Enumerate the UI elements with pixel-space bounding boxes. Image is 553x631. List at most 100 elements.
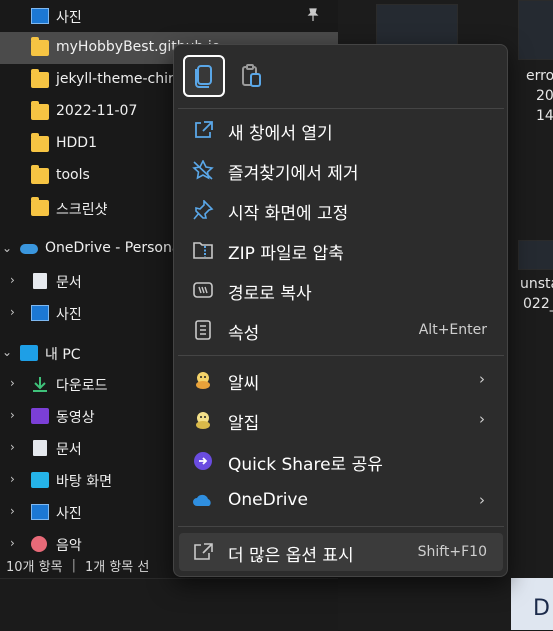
menu-separator [178, 526, 504, 527]
zip-icon [193, 242, 213, 259]
music-icon [31, 536, 47, 552]
menu-item-label: 새 창에서 열기 [228, 124, 333, 144]
folder-icon [31, 165, 49, 184]
paste-button[interactable] [230, 55, 272, 97]
file-name: erro [526, 68, 553, 84]
quick-share-icon [194, 452, 212, 470]
nav-item-label: 문서 [56, 442, 82, 458]
pictures-icon [31, 8, 49, 24]
pin-icon [307, 8, 319, 21]
context-menu: 새 창에서 열기 즐겨찾기에서 제거 시작 화면에 고정 ZIP 파일로 압축 … [173, 44, 508, 577]
nav-item-label: 사진 [56, 10, 82, 26]
menu-item-quick-share[interactable]: Quick Share로 공유 [179, 442, 503, 480]
folder-icon [31, 197, 49, 216]
nav-item-label: 사진 [56, 307, 82, 323]
menu-item-accelerator: Alt+Enter [418, 322, 487, 338]
menu-separator [178, 355, 504, 356]
file-thumbnail[interactable] [518, 240, 553, 270]
pictures-icon [31, 305, 49, 321]
menu-item-copy-path[interactable]: 경로로 복사 [179, 271, 503, 309]
folder-icon [31, 133, 49, 152]
documents-icon [33, 273, 47, 289]
open-new-window-icon [195, 121, 213, 138]
chevron-right-icon[interactable]: › [10, 472, 15, 486]
menu-item-label: 알씨 [228, 374, 260, 394]
alsee-icon [196, 372, 210, 389]
file-name: 20 [536, 88, 553, 104]
menu-item-alzip[interactable]: 알집 › [179, 401, 503, 439]
onedrive-icon [20, 244, 38, 254]
nav-item-pictures-pinned[interactable]: 사진 [0, 0, 338, 32]
documents-icon [33, 440, 47, 456]
nav-item-label: 문서 [56, 275, 82, 291]
paste-icon [242, 64, 261, 87]
nav-item-label: 사진 [56, 506, 82, 522]
chevron-down-icon[interactable]: ⌄ [2, 241, 12, 255]
chevron-right-icon: › [479, 410, 485, 428]
nav-item-label: 다운로드 [56, 378, 108, 394]
nav-item-label: HDD1 [56, 135, 97, 151]
menu-item-label: 경로로 복사 [228, 284, 312, 304]
chevron-right-icon[interactable]: › [10, 408, 15, 422]
desktop-icon [31, 472, 49, 488]
file-thumbnail[interactable] [376, 4, 458, 48]
copy-path-icon [193, 282, 213, 298]
chevron-right-icon[interactable]: › [10, 305, 15, 319]
file-name: 14 [536, 108, 553, 124]
menu-item-remove-favorite[interactable]: 즐겨찾기에서 제거 [179, 151, 503, 189]
nav-item-label: 내 PC [45, 347, 81, 363]
downloads-icon [33, 377, 47, 392]
this-pc-icon [20, 345, 38, 361]
file-name: 022_ [523, 296, 553, 312]
folder-icon [31, 69, 49, 88]
selected-count: 1개 항목 선 [84, 559, 150, 575]
chevron-down-icon[interactable]: ⌄ [2, 345, 12, 359]
menu-item-alsee[interactable]: 알씨 › [179, 361, 503, 399]
pin-icon [193, 200, 214, 220]
menu-item-properties[interactable]: 속성 Alt+Enter [179, 311, 503, 349]
background-window-text: D [533, 596, 550, 621]
nav-item-label: 스크린샷 [56, 202, 108, 218]
nav-item-label: 동영상 [56, 410, 95, 426]
menu-item-label: ZIP 파일로 압축 [228, 244, 344, 264]
nav-item-label: 2022-11-07 [56, 103, 138, 119]
onedrive-icon [193, 494, 211, 506]
show-more-options-icon [194, 543, 213, 560]
nav-item-label: tools [56, 167, 90, 183]
file-thumbnail[interactable] [518, 0, 553, 60]
unpin-star-icon [192, 160, 214, 180]
chevron-right-icon: › [479, 370, 485, 388]
menu-item-onedrive[interactable]: OneDrive › [179, 482, 503, 520]
chevron-right-icon: › [479, 491, 485, 509]
pictures-icon [31, 504, 49, 520]
taskbar-area [0, 578, 338, 631]
background-window: D [511, 578, 553, 630]
menu-item-pin-to-start[interactable]: 시작 화면에 고정 [179, 191, 503, 229]
menu-item-label: 즐겨찾기에서 제거 [228, 164, 359, 184]
chevron-right-icon[interactable]: › [10, 376, 15, 390]
properties-icon [195, 320, 211, 340]
copy-icon [195, 65, 212, 88]
chevron-right-icon[interactable]: › [10, 536, 15, 550]
chevron-right-icon[interactable]: › [10, 273, 15, 287]
file-name: unsta [520, 276, 553, 292]
item-count: 10개 항목 [6, 559, 63, 575]
alzip-icon [196, 412, 210, 429]
status-separator: | [71, 557, 76, 573]
videos-icon [31, 408, 49, 424]
menu-item-label: 더 많은 옵션 표시 [228, 546, 354, 566]
menu-item-label: OneDrive [228, 490, 308, 510]
chevron-right-icon[interactable]: › [10, 440, 15, 454]
folder-icon [31, 37, 49, 56]
chevron-right-icon[interactable]: › [10, 504, 15, 518]
menu-separator [178, 108, 504, 109]
menu-item-label: 알집 [228, 414, 260, 434]
nav-item-label: 음악 [56, 538, 82, 552]
menu-item-label: Quick Share로 공유 [228, 455, 383, 475]
folder-icon [31, 101, 49, 120]
menu-item-open-new-window[interactable]: 새 창에서 열기 [179, 111, 503, 149]
menu-item-compress-zip[interactable]: ZIP 파일로 압축 [179, 231, 503, 269]
menu-item-show-more-options[interactable]: 더 많은 옵션 표시 Shift+F10 [179, 533, 503, 571]
copy-button[interactable] [183, 55, 225, 97]
menu-item-label: 속성 [228, 324, 260, 344]
